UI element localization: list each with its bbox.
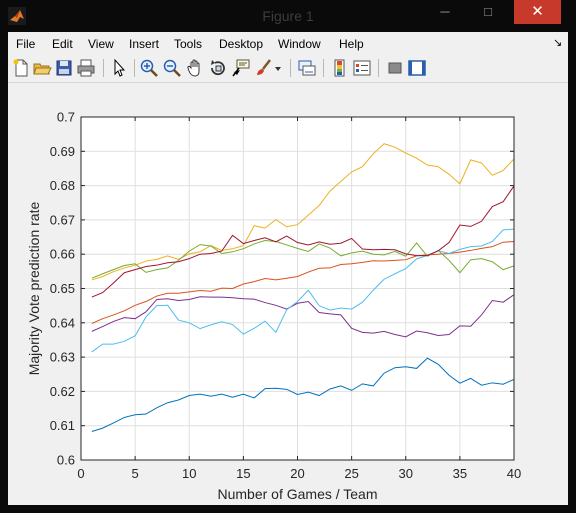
legend-icon[interactable] [352,58,372,78]
print-icon[interactable] [76,58,96,78]
menu-bar: File Edit View Insert Tools Desktop Wind… [8,32,568,54]
figure-canvas: 0 5 10 15 20 25 30 35 40 0.6 0.61 0.62 0.63 0.64 0.65 0… [8,83,568,505]
figure-window: Figure 1 ─ □ ✕ File Edit View Insert Too… [0,0,576,513]
figure-client-area: File Edit View Insert Tools Desktop Wind… [8,32,568,505]
menu-edit[interactable]: Edit [52,37,73,51]
x-axis-label: Number of Games / Team [217,486,377,502]
link-plot-icon[interactable] [297,58,317,78]
x-tick-label: 30 [399,466,413,481]
x-tick-label: 10 [182,466,196,481]
y-axis-label: Majority Vote prediction rate [26,202,42,376]
pan-icon[interactable] [185,58,205,78]
new-figure-icon[interactable] [11,58,31,78]
colorbar-icon[interactable] [330,58,350,78]
x-tick-label: 40 [507,466,521,481]
toolbar-separator [103,59,104,77]
zoom-in-icon[interactable] [139,58,159,78]
menu-tools[interactable]: Tools [174,37,202,51]
close-button[interactable]: ✕ [514,0,561,24]
zoom-out-icon[interactable] [162,58,182,78]
y-tick-label: 0.62 [50,384,75,399]
y-tick-label: 0.66 [50,247,75,262]
y-tick-label: 0.65 [50,281,75,296]
toolbar-separator [323,59,324,77]
open-file-icon[interactable] [32,58,52,78]
figure-toolbar [8,54,568,83]
hide-plot-tools-icon[interactable] [385,58,405,78]
y-tick-label: 0.69 [50,144,75,159]
y-tick-label: 0.61 [50,418,75,433]
toolbar-separator [378,59,379,77]
toolbar-separator [290,59,291,77]
menu-view[interactable]: View [88,37,114,51]
menu-insert[interactable]: Insert [129,37,159,51]
data-cursor-icon[interactable] [231,58,251,78]
pointer-icon[interactable] [109,58,129,78]
menu-desktop[interactable]: Desktop [219,37,263,51]
title-bar[interactable]: Figure 1 ─ □ ✕ [0,0,576,32]
save-icon[interactable] [54,58,74,78]
brush-dropdown-icon[interactable] [273,58,283,78]
y-tick-label: 0.7 [57,110,75,125]
line-chart[interactable]: 0 5 10 15 20 25 30 35 40 0.6 0.61 0.62 0.63 0.64 0.65 0… [8,83,568,505]
menu-file[interactable]: File [16,37,35,51]
maximize-button[interactable]: □ [472,0,504,24]
y-tick-label: 0.68 [50,178,75,193]
undock-arrow-icon[interactable]: ↘ [553,36,562,49]
y-tick-label: 0.67 [50,212,75,227]
x-tick-label: 25 [344,466,358,481]
show-plot-tools-icon[interactable] [407,58,427,78]
x-tick-label: 20 [290,466,304,481]
brush-icon[interactable] [254,58,274,78]
x-tick-label: 15 [236,466,250,481]
minimize-button[interactable]: ─ [430,0,460,24]
x-tick-label: 5 [132,466,139,481]
menu-window[interactable]: Window [278,37,321,51]
toolbar-separator [134,59,135,77]
x-tick-label: 35 [453,466,467,481]
y-tick-label: 0.63 [50,350,75,365]
y-tick-label: 0.64 [50,315,75,330]
menu-help[interactable]: Help [339,37,364,51]
x-tick-label: 0 [77,466,84,481]
rotate-3d-icon[interactable] [208,58,228,78]
y-tick-label: 0.6 [57,453,75,468]
